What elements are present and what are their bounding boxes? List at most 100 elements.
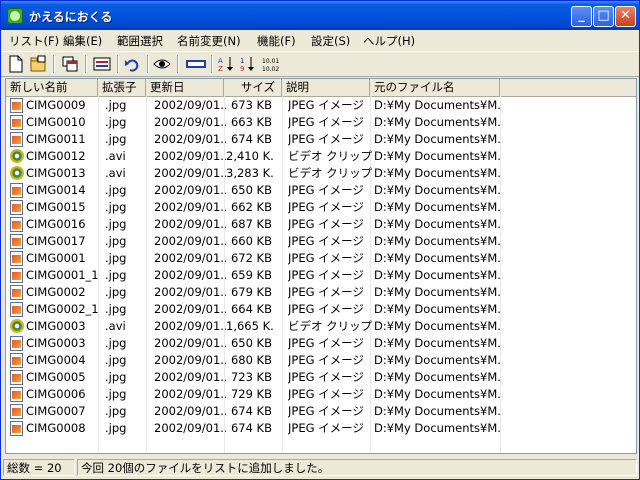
table-row[interactable]: CIMG0010 .jpg 2002/09/01... 663 KB JPEG イメージ… <box>6 114 636 131</box>
toolbar-separator <box>53 55 55 73</box>
menu-range-select[interactable]: 範囲選択 <box>117 33 163 49</box>
original-name-cell: D:¥My Documents¥M... <box>374 251 500 265</box>
extension-cell: .jpg <box>105 200 127 214</box>
new-list-icon[interactable] <box>7 55 25 73</box>
image-file-icon <box>10 370 23 385</box>
date-cell: 2002/09/01... <box>154 166 226 180</box>
file-name-cell: CIMG0002_1 <box>26 302 98 316</box>
table-row[interactable]: CIMG0005 .jpg 2002/09/01... 723 KB JPEG イメージ… <box>6 369 636 386</box>
file-name-cell: CIMG0014 <box>26 183 86 197</box>
close-button[interactable]: ✕ <box>615 6 636 27</box>
toolbar-separator <box>85 55 87 73</box>
column-header-original-name[interactable]: 元のファイル名 <box>370 79 500 96</box>
title-bar[interactable]: かえるにおくる _ □ ✕ <box>1 1 639 30</box>
table-row[interactable]: CIMG0003 .jpg 2002/09/01... 650 KB JPEG イメージ… <box>6 335 636 352</box>
table-row[interactable]: CIMG0002 .jpg 2002/09/01... 679 KB JPEG イメージ… <box>6 284 636 301</box>
frog-app-icon[interactable] <box>7 8 23 24</box>
original-name-cell: D:¥My Documents¥M... <box>374 421 500 435</box>
preview-eye-icon[interactable] <box>153 55 171 73</box>
table-row[interactable]: CIMG0014 .jpg 2002/09/01... 650 KB JPEG イメージ… <box>6 182 636 199</box>
sort-date-icon[interactable]: 10.0110.02 <box>261 55 281 73</box>
app-window: かえるにおくる _ □ ✕ リスト(F) 編集(E) 範囲選択 名前変更(N) … <box>0 0 640 480</box>
menu-settings[interactable]: 設定(S) <box>311 33 350 49</box>
image-file-icon <box>10 200 23 215</box>
table-row[interactable]: CIMG0007 .jpg 2002/09/01... 674 KB JPEG イメージ… <box>6 403 636 420</box>
description-cell: JPEG イメージ <box>288 285 364 299</box>
toolbar-separator <box>117 55 119 73</box>
size-cell: 723 KB <box>230 370 272 384</box>
image-file-icon <box>10 336 23 351</box>
size-cell: 674 KB <box>230 132 272 146</box>
size-cell: 663 KB <box>230 115 272 129</box>
description-cell: JPEG イメージ <box>288 404 364 418</box>
column-header-extension[interactable]: 拡張子 <box>98 79 146 96</box>
table-row[interactable]: CIMG0011 .jpg 2002/09/01... 674 KB JPEG イメージ… <box>6 131 636 148</box>
date-cell: 2002/09/01... <box>154 319 226 333</box>
extension-cell: .jpg <box>105 98 127 112</box>
description-cell: JPEG イメージ <box>288 98 364 112</box>
table-row[interactable]: CIMG0001 .jpg 2002/09/01... 672 KB JPEG イメージ… <box>6 250 636 267</box>
table-row[interactable]: CIMG0016 .jpg 2002/09/01... 687 KB JPEG イメージ… <box>6 216 636 233</box>
file-name-cell: CIMG0002 <box>26 285 86 299</box>
menu-help[interactable]: ヘルプ(H) <box>363 33 415 49</box>
minimize-button[interactable]: _ <box>571 6 592 27</box>
file-name-cell: CIMG0009 <box>26 98 86 112</box>
size-cell: 650 KB <box>230 183 272 197</box>
menu-function[interactable]: 機能(F) <box>257 33 296 49</box>
table-row[interactable]: CIMG0012 .avi 2002/09/01...2,410 K... ビデオ ク… <box>6 148 636 165</box>
original-name-cell: D:¥My Documents¥M... <box>374 268 500 282</box>
all-select-icon[interactable] <box>185 55 207 73</box>
date-cell: 2002/09/01... <box>154 285 226 299</box>
description-cell: JPEG イメージ <box>288 302 364 316</box>
table-row[interactable]: CIMG0017 .jpg 2002/09/01... 660 KB JPEG イメージ… <box>6 233 636 250</box>
extension-cell: .jpg <box>105 336 127 350</box>
description-cell: JPEG イメージ <box>288 353 364 367</box>
original-name-cell: D:¥My Documents¥M... <box>374 234 500 248</box>
sort-number-icon[interactable]: 19 <box>239 55 257 73</box>
date-cell: 2002/09/01... <box>154 353 226 367</box>
extension-cell: .jpg <box>105 370 127 384</box>
table-row[interactable]: CIMG0009 .jpg 2002/09/01... 673 KB JPEG イメージ… <box>6 97 636 114</box>
column-header-size[interactable]: サイズ <box>224 79 282 96</box>
status-count: 総数 = 20 <box>3 459 75 476</box>
file-list[interactable]: 新しい名前 拡張子 更新日 サイズ 説明 元のファイル名 CIMG0009 .jp… <box>5 78 637 454</box>
extension-cell: .avi <box>105 166 126 180</box>
table-row[interactable]: CIMG0001_1 .jpg 2002/09/01... 659 KB JPEG イメ… <box>6 267 636 284</box>
table-row[interactable]: CIMG0013 .avi 2002/09/01...3,283 K... ビデオ ク… <box>6 165 636 182</box>
menu-rename[interactable]: 名前変更(N) <box>177 33 241 49</box>
file-name-cell: CIMG0005 <box>26 370 86 384</box>
table-row[interactable]: CIMG0006 .jpg 2002/09/01... 729 KB JPEG イメージ… <box>6 386 636 403</box>
image-file-icon <box>10 217 23 232</box>
description-cell: JPEG イメージ <box>288 200 364 214</box>
extension-cell: .jpg <box>105 251 127 265</box>
description-cell: JPEG イメージ <box>288 268 364 282</box>
copy-window-icon[interactable] <box>61 55 79 73</box>
date-cell: 2002/09/01... <box>154 149 226 163</box>
table-row[interactable]: CIMG0008 .jpg 2002/09/01... 674 KB JPEG イメージ… <box>6 420 636 437</box>
description-cell: JPEG イメージ <box>288 115 364 129</box>
date-cell: 2002/09/01... <box>154 404 226 418</box>
column-header-modified-date[interactable]: 更新日 <box>146 79 224 96</box>
table-row[interactable]: CIMG0003 .avi 2002/09/01...1,665 K... ビデオ ク… <box>6 318 636 335</box>
date-cell: 2002/09/01... <box>154 268 226 282</box>
sort-alpha-icon[interactable]: AZ <box>217 55 235 73</box>
description-cell: JPEG イメージ <box>288 132 364 146</box>
size-cell: 659 KB <box>230 268 272 282</box>
open-folder-icon[interactable] <box>29 55 47 73</box>
menu-list[interactable]: リスト(F) <box>9 33 59 49</box>
extension-cell: .jpg <box>105 404 127 418</box>
table-row[interactable]: CIMG0004 .jpg 2002/09/01... 680 KB JPEG イメージ… <box>6 352 636 369</box>
column-header-new-name[interactable]: 新しい名前 <box>6 79 98 96</box>
extension-cell: .jpg <box>105 234 127 248</box>
table-row[interactable]: CIMG0015 .jpg 2002/09/01... 662 KB JPEG イメージ… <box>6 199 636 216</box>
maximize-button[interactable]: □ <box>593 6 614 27</box>
original-name-cell: D:¥My Documents¥M... <box>374 387 500 401</box>
rename-icon[interactable] <box>93 55 111 73</box>
image-file-icon <box>10 183 23 198</box>
extension-cell: .avi <box>105 319 126 333</box>
table-row[interactable]: CIMG0002_1 .jpg 2002/09/01... 664 KB JPEG イメ… <box>6 301 636 318</box>
menu-edit[interactable]: 編集(E) <box>63 33 102 49</box>
size-cell: 3,283 K... <box>226 166 274 180</box>
column-header-description[interactable]: 説明 <box>282 79 370 96</box>
undo-icon[interactable] <box>123 55 141 73</box>
